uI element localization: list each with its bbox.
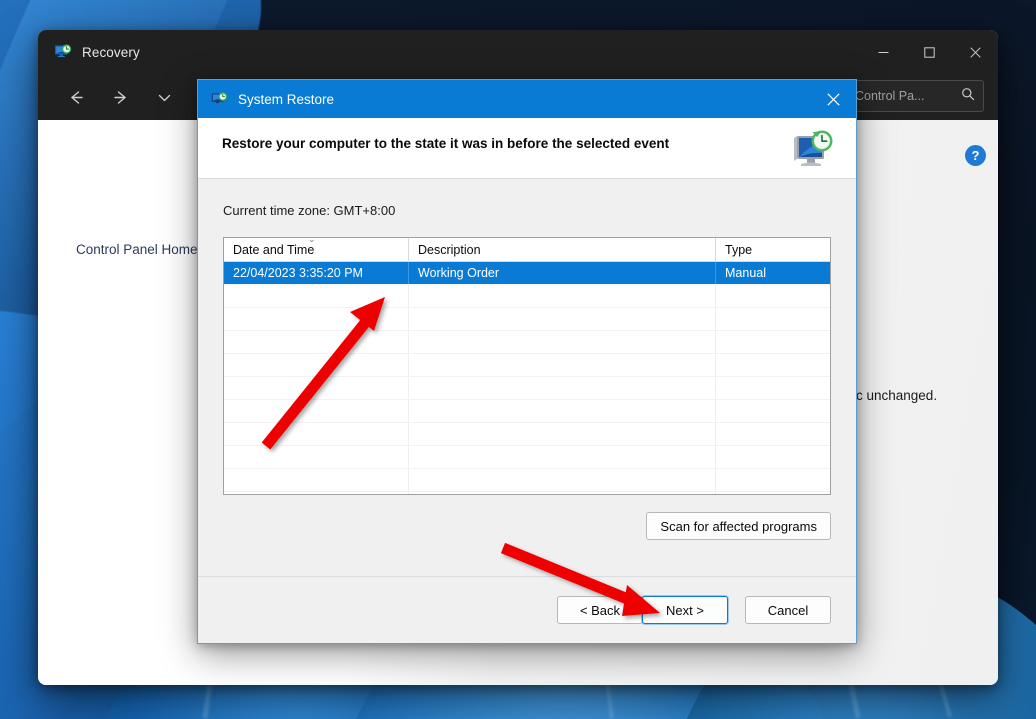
dialog-close-button[interactable] [810,80,856,118]
table-row-empty[interactable] [224,331,830,354]
cell-empty [409,308,716,330]
cell-empty [224,331,409,353]
search-box[interactable] [844,80,984,112]
cell-empty [716,469,830,491]
cell-empty [224,446,409,468]
time-zone-text: Current time zone: GMT+8:00 [223,203,396,218]
dialog-titlebar: System Restore [198,80,856,118]
table-row-empty[interactable] [224,492,830,494]
table-row[interactable]: 22/04/2023 3:35:20 PM Working Order Manu… [224,262,830,285]
search-icon[interactable] [961,87,975,106]
cell-empty [224,423,409,445]
cell-empty [409,469,716,491]
cell-empty [409,331,716,353]
restore-points-header-row: Date and Time ⌄ Description Type [224,238,830,262]
column-header-date-label: Date and Time [233,242,315,257]
cell-type: Manual [725,266,766,280]
dialog-footer: < Back Next > Cancel [198,576,856,643]
cell-empty [224,308,409,330]
chevron-down-icon[interactable] [146,81,182,113]
table-row-empty[interactable] [224,377,830,400]
table-row-empty[interactable] [224,400,830,423]
table-row-empty[interactable] [224,308,830,331]
cell-empty [716,446,830,468]
cell-empty [224,285,409,307]
system-restore-icon [211,91,228,108]
dialog-heading: Restore your computer to the state it wa… [222,136,670,151]
scan-button-row: Scan for affected programs [223,512,831,540]
help-button[interactable]: ? [965,145,986,166]
cell-empty [409,377,716,399]
recovery-window-controls [860,30,998,74]
scan-for-affected-programs-button[interactable]: Scan for affected programs [646,512,831,540]
table-row-empty[interactable] [224,423,830,446]
cell-empty [716,492,830,494]
close-button[interactable] [952,30,998,74]
restore-points-list[interactable]: Date and Time ⌄ Description Type 22/04/2… [223,237,831,495]
column-header-description[interactable]: Description [409,238,716,261]
recovery-title: Recovery [82,44,140,60]
table-row-empty[interactable] [224,446,830,469]
system-restore-dialog: System Restore Restore your computer to … [197,79,857,644]
column-header-type-label: Type [725,242,753,257]
table-row-empty[interactable] [224,354,830,377]
cell-empty [409,285,716,307]
system-restore-large-icon [790,128,834,172]
table-row-empty[interactable] [224,469,830,492]
cell-empty [716,308,830,330]
dialog-content: Current time zone: GMT+8:00 Date and Tim… [198,179,856,576]
recovery-icon [54,43,72,61]
recovery-body-text: c unchanged. [856,388,938,403]
cell-empty [716,400,830,422]
dialog-header: Restore your computer to the state it wa… [198,118,856,178]
back-nav-icon[interactable] [58,81,94,113]
search-input[interactable] [853,88,961,104]
cell-empty [716,377,830,399]
cell-date-and-time: 22/04/2023 3:35:20 PM [224,262,409,284]
screen: Recovery Control Pa... Control Panel Hom… [0,0,1036,719]
maximize-button[interactable] [906,30,952,74]
cell-description: Working Order [409,262,716,284]
recovery-titlebar: Recovery [38,30,998,74]
cell-empty [716,285,830,307]
cell-empty [409,400,716,422]
cell-empty [409,354,716,376]
cell-empty [224,377,409,399]
cell-empty [716,423,830,445]
dialog-title: System Restore [238,91,335,107]
column-header-description-label: Description [418,242,481,257]
cell-empty [224,469,409,491]
cell-empty [224,400,409,422]
cell-empty [716,331,830,353]
cancel-button[interactable]: Cancel [745,596,831,624]
back-button[interactable]: < Back [557,596,643,624]
cell-empty [716,354,830,376]
cell-empty [224,492,409,494]
cell-empty [409,423,716,445]
next-button[interactable]: Next > [642,596,728,624]
cell-empty [409,492,716,494]
forward-nav-icon[interactable] [102,81,138,113]
column-header-date-and-time[interactable]: Date and Time ⌄ [224,238,409,261]
control-panel-home-link[interactable]: Control Panel Home [76,242,198,257]
sort-chevron-icon: ⌄ [308,237,316,244]
minimize-button[interactable] [860,30,906,74]
cell-empty [224,354,409,376]
table-row-empty[interactable] [224,285,830,308]
column-header-type[interactable]: Type [716,238,830,261]
cell-empty [409,446,716,468]
